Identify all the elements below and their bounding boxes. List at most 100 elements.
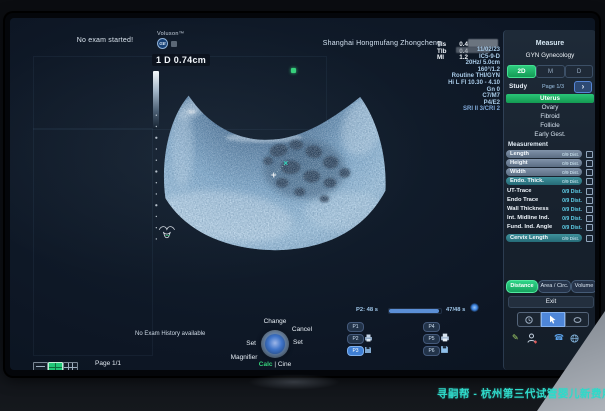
panel-title: Measure bbox=[504, 40, 595, 47]
study-item-ovary[interactable]: Ovary bbox=[506, 103, 594, 112]
study-page: Page 1/3 bbox=[536, 84, 570, 90]
clock-mode-segment[interactable] bbox=[517, 312, 541, 327]
measure-row-height[interactable]: Height0/9 Dist. bbox=[506, 159, 582, 167]
checkbox[interactable] bbox=[586, 206, 593, 213]
row-count: 0/9 Dist. bbox=[556, 207, 582, 213]
cine-progress-bar[interactable] bbox=[388, 308, 442, 314]
exit-button[interactable]: Exit bbox=[508, 296, 594, 308]
checkbox[interactable] bbox=[586, 169, 593, 176]
measurement-value: 0.74cm bbox=[174, 55, 206, 65]
p1-button[interactable]: P1 bbox=[347, 322, 364, 332]
measurement-section-title: Measurement bbox=[508, 141, 548, 148]
ultrasound-image bbox=[150, 75, 505, 320]
monitor-photo: No exam started! Voluson™ GE 1 D 0.74cm … bbox=[0, 0, 605, 411]
study-item-early-gest[interactable]: Early Gest. bbox=[506, 130, 594, 139]
ge-logo-icon: GE bbox=[157, 38, 168, 49]
brand-name: Voluson™ bbox=[157, 31, 191, 37]
checkbox[interactable] bbox=[586, 235, 593, 242]
p2-button[interactable]: P2 bbox=[347, 334, 364, 344]
checkbox[interactable] bbox=[586, 215, 593, 222]
ellipse-icon bbox=[573, 316, 582, 324]
save-icon bbox=[364, 346, 372, 354]
row-count: 0/9 Dist. bbox=[556, 198, 582, 204]
p3-button[interactable]: P3 bbox=[347, 346, 364, 356]
mode-tab-m[interactable]: M bbox=[536, 65, 565, 78]
measure-row-width[interactable]: Width0/9 Dist. bbox=[506, 168, 582, 176]
caption-text: 寻嗣帮 - 杭州第三代试管婴儿新费用表一览，附费用及 bbox=[437, 386, 605, 401]
patient-id-redaction bbox=[468, 39, 498, 47]
row-count: 0/9 Dist. bbox=[556, 225, 582, 231]
volume-button[interactable]: Volume bbox=[571, 280, 595, 293]
param-line: 160°/1.2 bbox=[382, 67, 500, 74]
pointer-mode-switch bbox=[517, 312, 589, 327]
status-text: No exam started! bbox=[40, 37, 170, 44]
measurement-mode: D bbox=[164, 55, 171, 65]
layout-multi-icon[interactable] bbox=[63, 362, 78, 370]
trackball-bottom-label: Calc | Cine bbox=[243, 361, 307, 368]
ultrasound-screen: No exam started! Voluson™ GE 1 D 0.74cm … bbox=[10, 18, 595, 370]
brand-mark-icon bbox=[171, 41, 177, 47]
divider: | bbox=[274, 361, 276, 368]
ellipse-mode-segment[interactable] bbox=[565, 312, 589, 327]
study-next-button[interactable]: › bbox=[574, 81, 592, 93]
trackball-indicator bbox=[261, 330, 289, 358]
measurement-index: 1 bbox=[156, 55, 161, 65]
checkbox[interactable] bbox=[586, 178, 593, 185]
mode-tab-d[interactable]: D bbox=[565, 65, 593, 78]
add-patient-icon[interactable] bbox=[527, 333, 538, 344]
printer-icon bbox=[440, 333, 450, 342]
checkbox[interactable] bbox=[586, 188, 593, 195]
param-line: IC5-9-D bbox=[382, 54, 500, 61]
measure-row-ut-trace[interactable]: UT-Trace bbox=[507, 188, 532, 194]
phone-icon[interactable]: ☎ bbox=[554, 333, 564, 343]
cursor-icon bbox=[549, 315, 557, 324]
study-item-uterus[interactable]: Uterus bbox=[506, 94, 594, 103]
measure-row-int-midline[interactable]: Int. Midline Ind. bbox=[507, 215, 549, 221]
panel-subtitle: GYN Gynecology bbox=[504, 52, 595, 59]
checkbox[interactable] bbox=[586, 151, 593, 158]
page-indicator: Page 1/1 bbox=[95, 360, 121, 367]
p6-button[interactable]: P6 bbox=[423, 346, 440, 356]
trackball-bottomleft-label: Magnifier bbox=[220, 354, 268, 361]
study-item-follicle[interactable]: Follicle bbox=[506, 121, 594, 130]
row-count: 0/9 Dist. bbox=[556, 216, 582, 222]
depth-scale bbox=[155, 115, 157, 240]
study-item-fibroid[interactable]: Fibroid bbox=[506, 112, 594, 121]
body-marker-uterus-icon bbox=[159, 227, 174, 238]
checkbox[interactable] bbox=[586, 160, 593, 167]
trackball-topright-label: Cancel bbox=[282, 326, 322, 333]
pencil-icon[interactable]: ✎ bbox=[512, 333, 519, 343]
cursor-mode-segment[interactable] bbox=[541, 312, 565, 327]
brand-block: Voluson™ GE bbox=[157, 31, 191, 49]
printer-icon bbox=[364, 334, 373, 342]
row-count: 0/9 Dist. bbox=[556, 189, 582, 195]
distance-button[interactable]: Distance bbox=[506, 280, 538, 293]
monitor-stand bbox=[248, 374, 340, 390]
measure-panel: Measure GYN Gynecology 2D M D Study Page… bbox=[503, 30, 595, 370]
p5-button[interactable]: P5 bbox=[423, 334, 440, 344]
checkbox[interactable] bbox=[586, 197, 593, 204]
p4-button[interactable]: P4 bbox=[423, 322, 440, 332]
trackball-right-label: Set bbox=[293, 339, 313, 346]
exam-history-note: No Exam History available bbox=[135, 331, 245, 337]
measure-row-wall-thickness[interactable]: Wall Thickness bbox=[507, 206, 549, 212]
measure-row-cervix-length[interactable]: Cervix Length0/9 Dist. bbox=[506, 234, 582, 242]
cine-label: P2: 48 s bbox=[356, 307, 378, 313]
probe-orientation-icon bbox=[291, 68, 296, 73]
measure-row-endo-trace[interactable]: Endo Trace bbox=[507, 197, 538, 203]
checkbox[interactable] bbox=[586, 224, 593, 231]
param-line: 11/02/23 bbox=[382, 47, 500, 54]
globe-icon[interactable] bbox=[570, 334, 579, 343]
area-circ-button[interactable]: Area / Circ. bbox=[538, 280, 571, 293]
measure-row-fund-ind-angle[interactable]: Fund. Ind. Angle bbox=[507, 224, 552, 230]
clock-icon bbox=[525, 316, 533, 324]
mode-tab-2d[interactable]: 2D bbox=[507, 65, 536, 78]
measure-row-endo-thick[interactable]: Endo. Thick.0/9 Dist. bbox=[506, 177, 582, 185]
faint-grid-left bbox=[33, 128, 153, 356]
layout-quad-icon[interactable] bbox=[48, 362, 63, 370]
trackball-left-label: Set bbox=[236, 340, 256, 347]
save-icon bbox=[440, 345, 449, 354]
cine-progress-text: 47/48 s bbox=[446, 307, 465, 313]
layout-single-icon[interactable] bbox=[33, 362, 48, 370]
measure-row-length[interactable]: Length0/9 Dist. bbox=[506, 150, 582, 158]
